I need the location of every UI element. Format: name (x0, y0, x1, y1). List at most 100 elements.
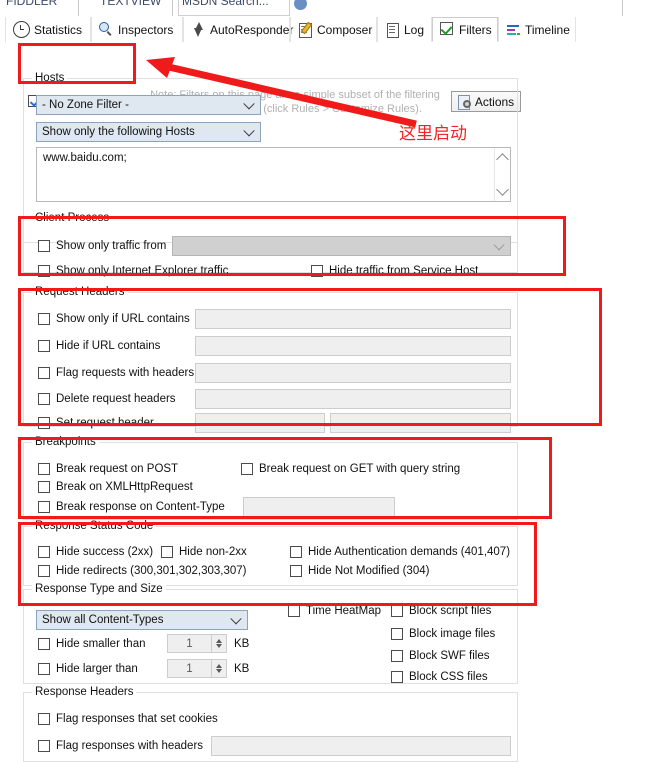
hide-if-url-contains-checkbox[interactable] (38, 340, 50, 352)
hide-larger-than-stepper[interactable]: 1 (167, 659, 227, 678)
block-css-files-checkbox[interactable] (391, 671, 403, 683)
break-request-on-get-checkbox[interactable] (241, 463, 253, 475)
hide-auth-demands-checkbox[interactable] (290, 546, 302, 558)
hide-service-host-checkbox[interactable] (311, 265, 323, 277)
break-on-xhr-checkbox[interactable] (38, 481, 50, 493)
block-css-files-row[interactable]: Block CSS files (391, 671, 488, 683)
hide-non-2xx-row[interactable]: Hide non-2xx (161, 546, 247, 558)
break-request-on-get-row[interactable]: Break request on GET with query string (241, 463, 460, 475)
client-process-dropdown[interactable] (172, 236, 511, 256)
set-request-header-value-input[interactable] (330, 413, 511, 433)
tab-timeline[interactable]: Timeline (498, 17, 576, 42)
set-request-header-row[interactable]: Set request header (38, 417, 154, 429)
delete-request-headers-label: Delete request headers (56, 393, 176, 405)
show-only-if-url-contains-input[interactable] (195, 309, 511, 329)
zone-filter-dropdown[interactable]: - No Zone Filter - (36, 95, 261, 115)
block-image-files-row[interactable]: Block image files (391, 628, 495, 640)
flag-requests-with-headers-checkbox[interactable] (38, 367, 50, 379)
chevron-down-icon (243, 98, 255, 110)
break-response-content-type-input[interactable] (243, 497, 395, 517)
block-swf-files-checkbox[interactable] (391, 650, 403, 662)
time-heatmap-row[interactable]: Time HeatMap (288, 605, 381, 617)
hide-service-host-row[interactable]: Hide traffic from Service Host (311, 265, 478, 277)
flag-responses-headers-label: Flag responses with headers (56, 740, 204, 752)
hide-not-modified-checkbox[interactable] (290, 565, 302, 577)
tab-composer[interactable]: Composer (290, 17, 377, 42)
show-only-ie-traffic-checkbox[interactable] (38, 265, 50, 277)
delete-request-headers-row[interactable]: Delete request headers (38, 393, 176, 405)
chevron-down-icon (230, 613, 242, 625)
tab-statistics[interactable]: Statistics (5, 17, 91, 42)
break-on-xhr-row[interactable]: Break on XMLHttpRequest (38, 481, 193, 493)
block-script-files-row[interactable]: Block script files (391, 605, 491, 617)
time-heatmap-label: Time HeatMap (306, 605, 381, 617)
stepper-arrows-icon[interactable] (211, 635, 226, 652)
host-filter-dropdown[interactable]: Show only the following Hosts (36, 122, 261, 142)
checkbox-icon (440, 22, 455, 37)
hide-non-2xx-checkbox[interactable] (161, 546, 173, 558)
block-script-files-checkbox[interactable] (391, 605, 403, 617)
tab-autoresponder[interactable]: AutoResponder (183, 17, 293, 42)
show-only-ie-traffic-row[interactable]: Show only Internet Explorer traffic (38, 265, 228, 277)
hosts-scrollbar[interactable] (494, 148, 510, 201)
clock-icon (13, 21, 30, 38)
hide-larger-than-checkbox[interactable] (38, 663, 50, 675)
hide-if-url-contains-row[interactable]: Hide if URL contains (38, 340, 160, 352)
hide-not-modified-label: Hide Not Modified (304) (308, 565, 430, 577)
hide-success-checkbox[interactable] (38, 546, 50, 558)
flag-responses-cookies-row[interactable]: Flag responses that set cookies (38, 713, 218, 725)
hide-smaller-than-checkbox[interactable] (38, 638, 50, 650)
client-process-legend: Client Process (32, 212, 113, 224)
content-types-dropdown[interactable]: Show all Content-Types (36, 610, 248, 630)
stepper-arrows-icon[interactable] (211, 660, 226, 677)
scroll-down-icon[interactable] (496, 183, 509, 196)
hide-not-modified-row[interactable]: Hide Not Modified (304) (290, 565, 429, 577)
toolbar-divider-1 (78, 0, 79, 16)
flag-responses-headers-row[interactable]: Flag responses with headers (38, 740, 203, 752)
response-type-size-legend: Response Type and Size (32, 583, 166, 595)
block-swf-files-row[interactable]: Block SWF files (391, 650, 490, 662)
flag-requests-with-headers-input[interactable] (195, 363, 511, 383)
break-request-on-post-checkbox[interactable] (38, 463, 50, 475)
show-only-if-url-contains-row[interactable]: Show only if URL contains (38, 313, 190, 325)
tab-filters[interactable]: Filters (432, 17, 498, 42)
hosts-textarea[interactable]: www.baidu.com; (36, 147, 511, 202)
bolt-icon (191, 22, 206, 37)
flag-responses-cookies-checkbox[interactable] (38, 713, 50, 725)
delete-request-headers-input[interactable] (195, 389, 511, 409)
show-only-traffic-from-label: Show only traffic from (56, 240, 167, 252)
flag-responses-headers-checkbox[interactable] (38, 740, 50, 752)
hide-larger-than-row[interactable]: Hide larger than (38, 663, 138, 675)
magnifier-icon (99, 22, 114, 37)
tab-log[interactable]: Log (377, 17, 432, 42)
break-request-on-post-row[interactable]: Break request on POST (38, 463, 178, 475)
flag-responses-headers-input[interactable] (211, 736, 511, 756)
set-request-header-checkbox[interactable] (38, 417, 50, 429)
show-only-if-url-contains-checkbox[interactable] (38, 313, 50, 325)
hide-redirects-checkbox[interactable] (38, 565, 50, 577)
time-heatmap-checkbox[interactable] (288, 605, 300, 617)
hide-larger-than-unit: KB (234, 663, 250, 675)
timeline-icon (506, 22, 521, 37)
chevron-down-icon (243, 125, 255, 137)
hide-success-row[interactable]: Hide success (2xx) (38, 546, 153, 558)
delete-request-headers-checkbox[interactable] (38, 393, 50, 405)
tab-inspectors[interactable]: Inspectors (91, 17, 183, 42)
hide-smaller-than-row[interactable]: Hide smaller than (38, 638, 145, 650)
break-response-on-content-type-row[interactable]: Break response on Content-Type (38, 501, 225, 513)
hide-if-url-contains-input[interactable] (195, 336, 511, 356)
set-request-header-name-input[interactable] (195, 413, 325, 433)
hide-larger-than-value: 1 (186, 662, 193, 675)
tab-statistics-label: Statistics (34, 22, 83, 37)
flag-requests-with-headers-row[interactable]: Flag requests with headers (38, 367, 194, 379)
show-only-traffic-from-row[interactable]: Show only traffic from (38, 240, 166, 252)
break-on-xhr-label: Break on XMLHttpRequest (56, 481, 193, 493)
hide-redirects-row[interactable]: Hide redirects (300,301,302,303,307) (38, 565, 247, 577)
hide-auth-demands-row[interactable]: Hide Authentication demands (401,407) (290, 546, 510, 558)
hide-smaller-than-stepper[interactable]: 1 (167, 634, 227, 653)
toolbar-divider-2 (172, 0, 173, 16)
block-image-files-checkbox[interactable] (391, 628, 403, 640)
show-only-traffic-from-checkbox[interactable] (38, 240, 50, 252)
scroll-up-icon[interactable] (496, 153, 509, 166)
break-response-on-content-type-checkbox[interactable] (38, 501, 50, 513)
